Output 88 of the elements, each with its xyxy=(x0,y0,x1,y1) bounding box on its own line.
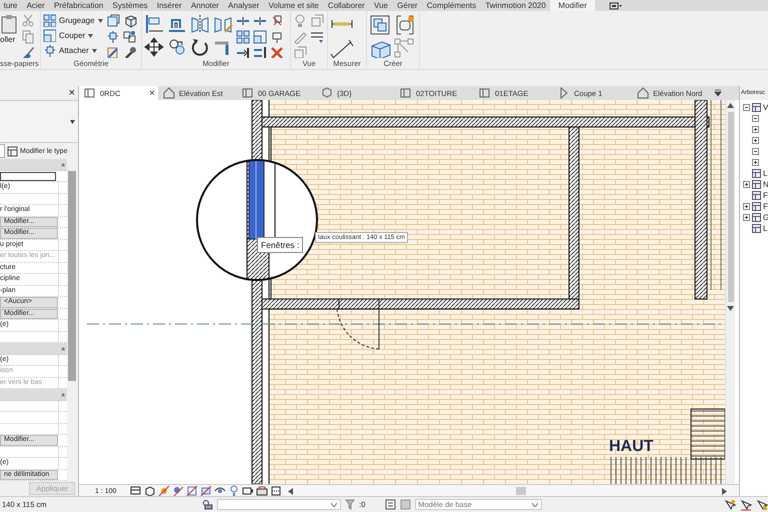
brush-icon[interactable] xyxy=(21,46,35,58)
close-button[interactable]: × xyxy=(149,88,158,98)
tree-item[interactable]: L xyxy=(763,169,768,178)
scroll-down-icon[interactable] xyxy=(727,306,734,311)
type-properties-icon xyxy=(7,146,18,157)
collapse-toggle-icon[interactable] xyxy=(752,115,759,122)
ribbon-tab[interactable]: Systèmes xyxy=(108,0,152,11)
scrollbar[interactable] xyxy=(725,100,735,484)
dropdown-arrow-icon xyxy=(70,120,75,124)
split-icon[interactable] xyxy=(236,14,250,28)
ribbon-tab[interactable]: Gérer xyxy=(392,0,422,11)
scale-icon[interactable] xyxy=(43,29,56,42)
extend-icon[interactable] xyxy=(236,46,250,58)
scroll-thumb[interactable] xyxy=(516,487,526,495)
tooltip: Fenêtres : xyxy=(257,237,304,253)
ribbon-tab[interactable]: Volume et site xyxy=(264,0,324,11)
tool-button[interactable]: Grugeage xyxy=(43,14,103,27)
expand-toggle-icon[interactable] xyxy=(743,214,750,221)
tree-item[interactable]: F xyxy=(763,202,768,211)
floor-plan-icon xyxy=(84,87,96,99)
house-icon xyxy=(637,87,649,99)
ribbon-tab[interactable]: Annoter xyxy=(186,0,224,11)
unpin-icon[interactable] xyxy=(270,14,284,28)
expand-toggle-icon[interactable] xyxy=(752,137,759,144)
align-icon[interactable] xyxy=(144,14,164,34)
extend-icon[interactable] xyxy=(253,46,267,58)
stair-label: HAUT xyxy=(609,438,654,456)
caret-icon xyxy=(92,48,97,52)
expand-toggle-icon[interactable] xyxy=(752,126,759,133)
tree-item[interactable]: L xyxy=(763,224,768,233)
collapse-toggle-icon[interactable] xyxy=(743,104,750,111)
split-icon[interactable] xyxy=(253,14,267,28)
filter-icon[interactable] xyxy=(345,499,355,510)
paste-button[interactable]: oller xyxy=(0,14,18,58)
pin-icon[interactable] xyxy=(270,30,284,44)
tab-list-icon[interactable] xyxy=(714,89,722,97)
close-button[interactable]: × xyxy=(66,86,78,100)
bulb-icon[interactable] xyxy=(228,485,240,497)
expand-toggle-icon[interactable] xyxy=(743,181,750,188)
ribbon-tab[interactable]: Insérer xyxy=(152,0,186,11)
floor-plan-icon xyxy=(400,87,412,99)
ribbon-tab[interactable]: Acier xyxy=(22,0,50,11)
tool-button[interactable]: Attacher xyxy=(43,44,103,57)
tool-button[interactable]: Couper xyxy=(43,29,103,42)
tree-item[interactable]: N xyxy=(763,180,768,189)
floor-plan-icon xyxy=(479,87,491,99)
mirror-icon[interactable] xyxy=(190,14,210,34)
ribbon-tab[interactable]: Modifier xyxy=(550,0,595,11)
panel-toggle-icon[interactable] xyxy=(608,2,623,10)
ribbon-tab[interactable]: Collaborer xyxy=(323,0,370,11)
collapse-toggle-icon[interactable] xyxy=(752,148,759,155)
value-field[interactable] xyxy=(0,172,56,181)
cube-icon xyxy=(321,87,333,99)
caret-icon xyxy=(98,18,103,22)
scroll-thumb[interactable] xyxy=(68,171,76,382)
array-icon[interactable] xyxy=(236,30,250,44)
house-icon xyxy=(163,87,175,99)
scroll-right-icon[interactable] xyxy=(722,488,727,494)
cube-icon[interactable] xyxy=(122,14,137,28)
copy-circles-icon[interactable] xyxy=(167,36,187,56)
box-icon[interactable] xyxy=(106,14,120,28)
rotate-icon[interactable] xyxy=(190,36,210,56)
scroll-up-icon[interactable] xyxy=(727,103,734,108)
ribbon-tab[interactable]: Préfabrication xyxy=(49,0,108,11)
section-icon xyxy=(558,87,570,99)
camera-icon[interactable] xyxy=(242,485,254,497)
crop-icon[interactable] xyxy=(186,485,198,497)
scale-icon[interactable] xyxy=(253,30,267,44)
scroll-left-icon[interactable] xyxy=(288,488,294,494)
caret-icon xyxy=(88,34,94,38)
tree-item[interactable]: V xyxy=(763,103,768,112)
expand-toggle-icon[interactable] xyxy=(752,159,759,166)
tree-item[interactable]: F xyxy=(763,191,768,200)
ribbon-tab[interactable]: Vue xyxy=(369,0,393,11)
floor-plan-icon xyxy=(242,87,254,99)
dimension-icon[interactable] xyxy=(330,38,354,58)
scroll-thumb[interactable] xyxy=(728,112,734,302)
move-icon[interactable] xyxy=(144,36,164,56)
ribbon-tab[interactable]: ture xyxy=(0,0,22,11)
delete-icon[interactable] xyxy=(270,46,284,58)
ribbon-tab[interactable]: Compléments xyxy=(422,0,481,11)
expand-toggle-icon[interactable] xyxy=(743,203,750,210)
array-icon[interactable] xyxy=(43,14,56,27)
node-diagram-icon[interactable] xyxy=(394,38,416,58)
paint-icon[interactable] xyxy=(106,46,120,58)
ribbon-tab[interactable]: Twinmotion 2020 xyxy=(480,0,550,11)
ribbon-tab[interactable]: Analyser xyxy=(224,0,264,11)
wrench-icon[interactable] xyxy=(122,46,137,58)
